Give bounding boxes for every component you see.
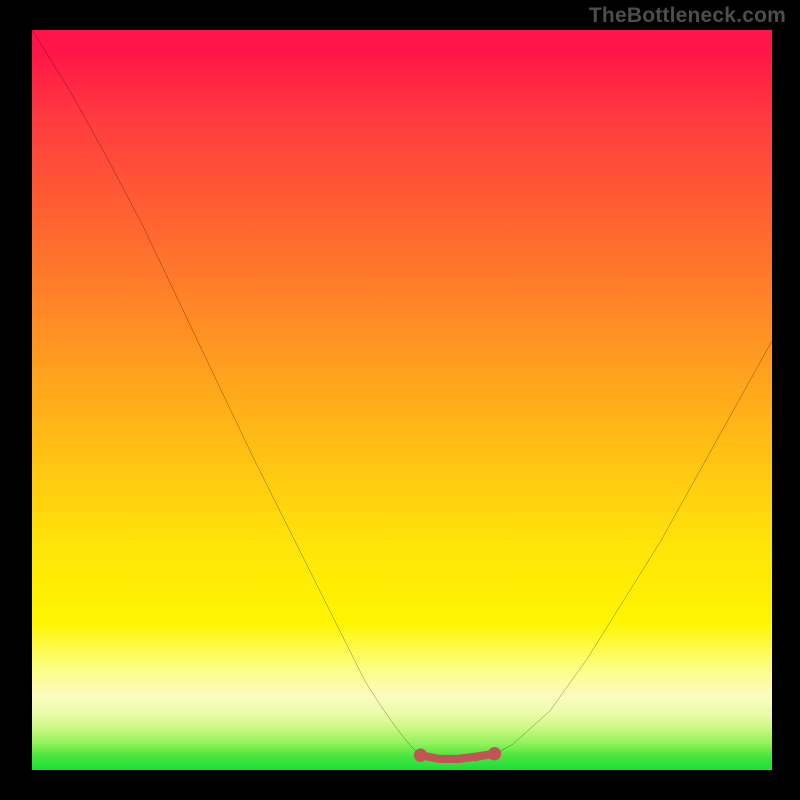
flat-segment-mid-dot-1 bbox=[442, 755, 450, 763]
plot-area bbox=[32, 30, 772, 770]
flat-segment-mid-dot-2 bbox=[457, 755, 465, 763]
watermark-text: TheBottleneck.com bbox=[589, 4, 786, 28]
bottleneck-curve bbox=[32, 30, 772, 759]
curve-layer bbox=[32, 30, 772, 770]
flat-segment-mid-dot-3 bbox=[472, 753, 480, 761]
flat-segment-end-dot bbox=[488, 747, 501, 760]
chart-frame: TheBottleneck.com bbox=[0, 0, 800, 800]
flat-segment-start-dot bbox=[414, 749, 427, 762]
